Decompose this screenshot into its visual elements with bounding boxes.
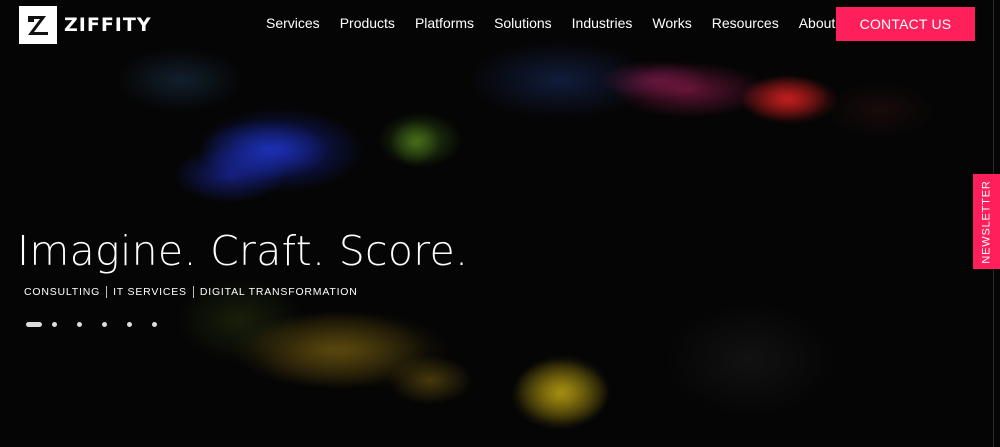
- nav-item-works[interactable]: Works: [652, 14, 691, 32]
- slide-dot[interactable]: [102, 322, 107, 327]
- ink-swirl-red: [740, 75, 830, 120]
- tag-divider: [192, 286, 194, 298]
- main-nav: Services Products Platforms Solutions In…: [266, 14, 855, 32]
- slide-dot[interactable]: [77, 322, 82, 327]
- hero-tags: CONSULTING IT SERVICES DIGITAL TRANSFORM…: [24, 286, 358, 298]
- slide-dot[interactable]: [152, 322, 157, 327]
- ink-swirl-blue: [200, 120, 330, 180]
- hero-headline: Imagine. Craft. Score.: [17, 227, 469, 275]
- hero-tag: DIGITAL TRANSFORMATION: [199, 286, 358, 298]
- hero-tag: CONSULTING: [24, 286, 101, 298]
- site-header: ZIFFITY Services Products Platforms Solu…: [0, 0, 1000, 48]
- brand-name: ZIFFITY: [64, 14, 152, 36]
- ink-swirl-yellow: [515, 355, 610, 425]
- nav-item-resources[interactable]: Resources: [712, 14, 779, 32]
- ink-swirl-green: [390, 120, 440, 165]
- slider-pagination: [26, 322, 177, 327]
- nav-item-solutions[interactable]: Solutions: [494, 14, 552, 32]
- tag-divider: [106, 286, 108, 298]
- nav-item-platforms[interactable]: Platforms: [415, 14, 474, 32]
- newsletter-label: NEWSLETTER: [980, 179, 993, 264]
- hero-tag: IT SERVICES: [113, 286, 187, 298]
- ink-swirl-magenta: [600, 60, 710, 100]
- nav-item-about[interactable]: About: [799, 14, 836, 32]
- z-logo-icon: [19, 6, 57, 44]
- newsletter-tab[interactable]: NEWSLETTER: [973, 174, 1000, 269]
- hero-background: [0, 0, 1000, 447]
- contact-us-button[interactable]: CONTACT US: [836, 7, 975, 41]
- slide-dot[interactable]: [52, 322, 57, 327]
- ink-swirl-olive: [250, 310, 450, 390]
- nav-item-industries[interactable]: Industries: [572, 14, 633, 32]
- brand-logo[interactable]: ZIFFITY: [19, 6, 152, 44]
- slide-dot-active[interactable]: [26, 322, 42, 327]
- nav-item-products[interactable]: Products: [340, 14, 395, 32]
- slide-dot[interactable]: [127, 322, 132, 327]
- nav-item-services[interactable]: Services: [266, 14, 320, 32]
